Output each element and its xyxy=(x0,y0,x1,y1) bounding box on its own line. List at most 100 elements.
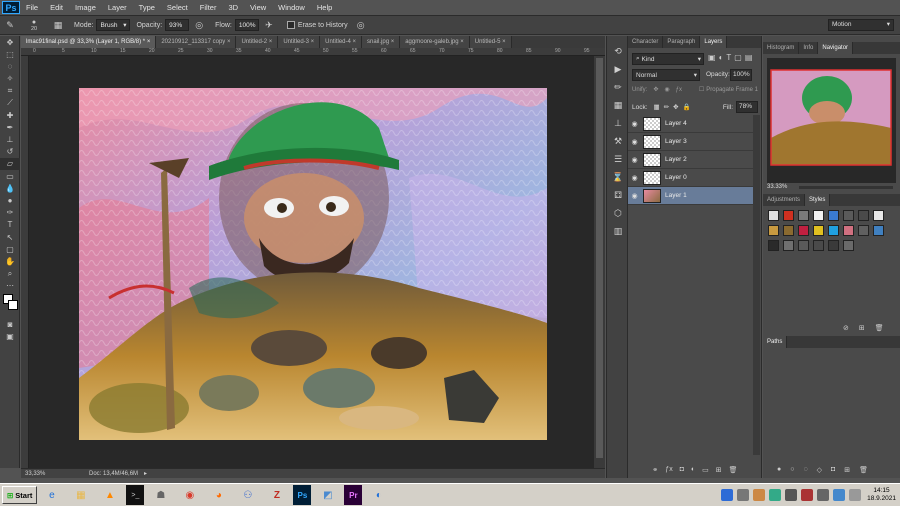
menu-file[interactable]: File xyxy=(20,3,44,12)
navigator-preview[interactable] xyxy=(767,58,896,183)
type-filter-icon[interactable]: T xyxy=(726,53,731,62)
filter-kind-select[interactable]: ⌕ Kind ▾ xyxy=(632,53,704,65)
menu-window[interactable]: Window xyxy=(272,3,311,12)
layer-comps-icon[interactable]: ⚃ xyxy=(607,186,629,204)
premiere-task-icon[interactable]: Pr xyxy=(344,485,363,505)
document-tab[interactable]: Untitled-3 × xyxy=(278,36,321,48)
clock[interactable]: 14:15 18.9.2021 xyxy=(867,487,896,503)
tab-layers[interactable]: Layers xyxy=(700,36,728,48)
unify-style-icon[interactable]: ƒx xyxy=(676,87,682,93)
visibility-eye-icon[interactable]: ◉ xyxy=(628,156,641,164)
menu-select[interactable]: Select xyxy=(161,3,194,12)
lasso-tool-icon[interactable]: ◌ xyxy=(0,60,20,72)
pen-tool-icon[interactable]: ✑ xyxy=(0,207,20,219)
style-swatch[interactable] xyxy=(843,210,854,221)
alien-app-icon[interactable]: ☗ xyxy=(148,485,173,505)
healing-brush-tool-icon[interactable]: ✚ xyxy=(0,109,20,121)
menu-help[interactable]: Help xyxy=(311,3,338,12)
smart-filter-icon[interactable]: ▤ xyxy=(745,53,753,62)
style-swatch[interactable] xyxy=(873,225,884,236)
style-swatch[interactable] xyxy=(783,225,794,236)
style-swatch[interactable] xyxy=(783,210,794,221)
brush-panel-icon[interactable]: ✏ xyxy=(607,78,629,96)
tab-character[interactable]: Character xyxy=(628,36,664,48)
photoshop-task-icon[interactable]: Ps xyxy=(293,485,312,505)
tray-volume-icon[interactable] xyxy=(817,489,830,501)
new-path-icon[interactable]: ⊞ xyxy=(844,466,850,474)
document-tab[interactable]: aggmoore-galeb.jpg × xyxy=(400,36,470,48)
close-tab-icon[interactable]: × xyxy=(225,39,231,45)
clone-source-icon[interactable]: ⊥ xyxy=(607,114,629,132)
quick-select-tool-icon[interactable]: ✧ xyxy=(0,73,20,85)
link-layers-icon[interactable]: ⚭ xyxy=(652,466,658,478)
fill-path-icon[interactable]: ● xyxy=(777,466,781,474)
lock-all-icon[interactable]: 🔒 xyxy=(683,103,691,111)
style-swatch[interactable] xyxy=(828,210,839,221)
adjustment-filter-icon[interactable]: ◐ xyxy=(719,53,724,62)
vlc-icon[interactable]: ▲ xyxy=(97,485,122,505)
tab-histogram[interactable]: Histogram xyxy=(763,42,800,54)
edge-icon[interactable]: ◐ xyxy=(366,485,391,505)
add-mask-path-icon[interactable]: ◘ xyxy=(831,466,835,474)
visibility-eye-icon[interactable]: ◉ xyxy=(628,192,641,200)
tab-paths[interactable]: Paths xyxy=(763,336,788,348)
layer-row[interactable]: ◉ Layer 1 xyxy=(628,187,754,205)
style-swatch[interactable] xyxy=(813,225,824,236)
style-swatch[interactable] xyxy=(813,240,824,251)
opacity-pressure-icon[interactable]: ◎ xyxy=(192,18,206,32)
close-tab-icon[interactable]: × xyxy=(351,39,357,45)
actions-play-icon[interactable]: ▶ xyxy=(607,60,629,78)
history-icon[interactable]: ⟲ xyxy=(607,42,629,60)
shape-tool-icon[interactable]: ▢ xyxy=(0,243,20,255)
style-swatch[interactable] xyxy=(843,240,854,251)
delete-style-icon[interactable]: 🗑 xyxy=(875,324,884,332)
filezilla-icon[interactable]: Z xyxy=(264,485,289,505)
style-swatch[interactable] xyxy=(798,210,809,221)
shape-filter-icon[interactable]: ▢ xyxy=(734,53,742,62)
flow-field[interactable]: 100% xyxy=(234,19,259,31)
menu-layer[interactable]: Layer xyxy=(102,3,133,12)
start-button[interactable]: ⊞ Start xyxy=(2,486,38,504)
new-adjustment-icon[interactable]: ◐ xyxy=(691,466,695,478)
tray-monitor-icon[interactable] xyxy=(737,489,750,501)
brush-presets-icon[interactable]: ▦ xyxy=(607,96,629,114)
eraser-tool-icon[interactable]: ▱ xyxy=(0,157,20,171)
layer-opacity-field[interactable]: 100% xyxy=(730,69,752,81)
style-swatch[interactable] xyxy=(873,210,884,221)
marquee-tool-icon[interactable]: ⬚ xyxy=(0,48,20,60)
crop-tool-icon[interactable]: ⌗ xyxy=(0,85,20,97)
style-swatch[interactable] xyxy=(798,225,809,236)
menu-3d[interactable]: 3D xyxy=(222,3,244,12)
tray-network-icon[interactable] xyxy=(721,489,734,501)
style-swatch[interactable] xyxy=(768,225,779,236)
load-selection-icon[interactable]: ◌ xyxy=(803,466,807,474)
style-swatch[interactable] xyxy=(768,240,779,251)
workspace-select[interactable]: Motion ▾ xyxy=(828,19,894,31)
tab-paragraph[interactable]: Paragraph xyxy=(663,36,701,48)
size-pressure-icon[interactable]: ◎ xyxy=(354,18,368,32)
notes-icon[interactable]: ▥ xyxy=(607,222,629,240)
tool-presets-icon[interactable]: ⚒ xyxy=(607,132,629,150)
style-swatch[interactable] xyxy=(783,240,794,251)
new-style-icon[interactable]: ⊞ xyxy=(859,324,865,332)
properties-icon[interactable]: ☰ xyxy=(607,150,629,168)
menu-type[interactable]: Type xyxy=(133,3,161,12)
vertical-scrollbar-thumb[interactable] xyxy=(596,58,603,458)
more-tools-icon[interactable]: ⋯ xyxy=(0,280,20,292)
brush-tool-icon[interactable]: ✒ xyxy=(0,121,20,133)
history-brush-tool-icon[interactable]: ↺ xyxy=(0,146,20,158)
menu-edit[interactable]: Edit xyxy=(44,3,69,12)
close-tab-icon[interactable]: × xyxy=(145,39,151,45)
dodge-tool-icon[interactable]: ● xyxy=(0,194,20,206)
unify-visibility-icon[interactable]: ◉ xyxy=(664,86,669,93)
erase-to-history-checkbox[interactable] xyxy=(286,21,295,29)
stroke-path-icon[interactable]: ○ xyxy=(790,466,794,474)
layers-scrollbar[interactable] xyxy=(753,115,760,455)
gradient-tool-icon[interactable]: ▭ xyxy=(0,170,20,182)
tray-app-icon[interactable] xyxy=(753,489,766,501)
lock-pixels-icon[interactable]: ✏ xyxy=(664,103,669,111)
style-swatch[interactable] xyxy=(813,210,824,221)
document-tab[interactable]: lmac91final.psd @ 33,3% (Layer 1, RGB/8)… xyxy=(21,36,157,48)
ie-icon[interactable]: e xyxy=(39,485,64,505)
firefox-icon[interactable]: ◕ xyxy=(206,485,231,505)
